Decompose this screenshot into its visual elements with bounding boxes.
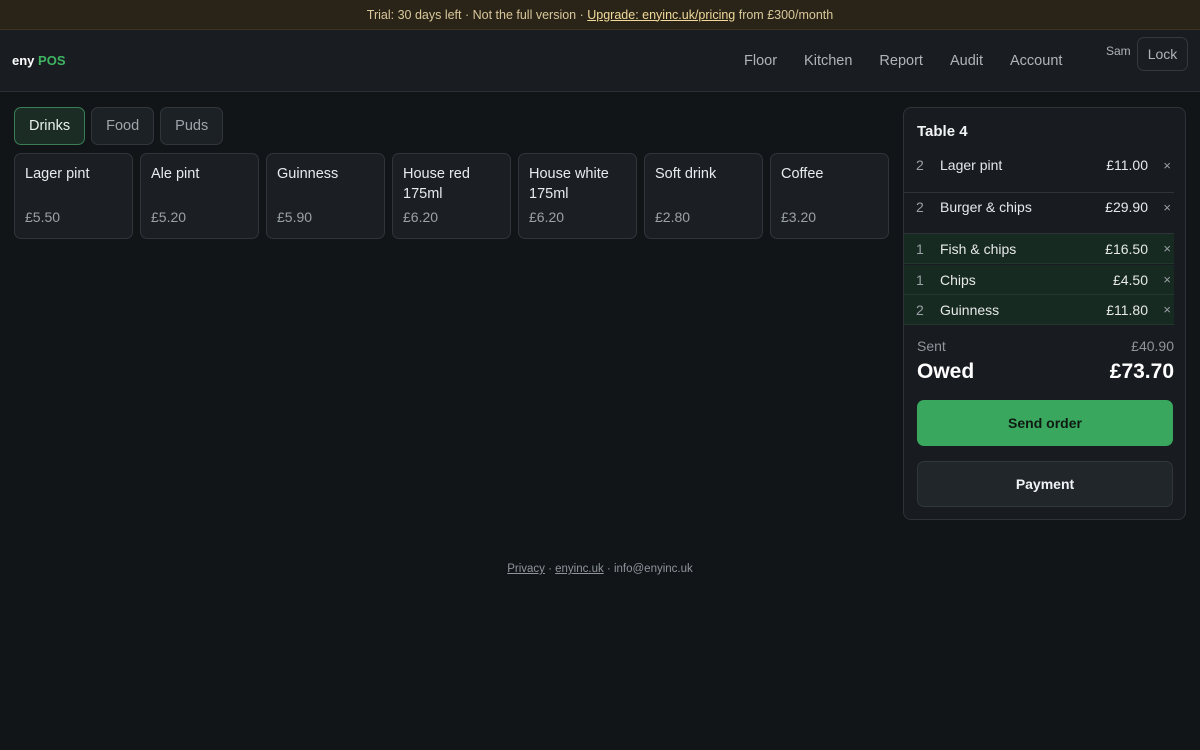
nav-kitchen[interactable]: Kitchen — [804, 53, 852, 69]
order-line-sent: 1 Fish & chips £16.50 × — [904, 234, 1174, 264]
product-price: £5.20 — [151, 209, 187, 225]
remove-icon[interactable]: × — [1163, 158, 1171, 173]
order-table-title: Table 4 — [917, 123, 968, 140]
line-name: Fish & chips — [940, 240, 1017, 257]
product-price: £5.50 — [25, 209, 61, 225]
product-tile[interactable]: Ale pint £5.20 — [140, 153, 259, 239]
sent-label: Sent — [917, 338, 946, 354]
contact-email: info@enyinc.uk — [613, 563, 693, 575]
product-price: £2.80 — [655, 209, 691, 225]
product-tile[interactable]: Coffee £3.20 — [770, 153, 889, 239]
remove-icon[interactable]: × — [1163, 241, 1171, 256]
nav-floor[interactable]: Floor — [744, 53, 777, 69]
tab-drinks[interactable]: Drinks — [14, 107, 86, 145]
footer-separator: · — [603, 563, 614, 575]
line-qty: 1 — [916, 240, 924, 257]
footer: Privacy · enyinc.uk · info@enyinc.uk — [0, 563, 1200, 575]
product-name: House red 175ml — [403, 166, 470, 202]
nav-audit[interactable]: Audit — [950, 53, 983, 69]
order-panel: Table 4 2 Lager pint £11.00 × 2 Burger &… — [903, 107, 1186, 520]
banner-separator: · — [576, 7, 588, 22]
owed-label: Owed — [917, 360, 975, 383]
owed-total: £73.70 — [1109, 360, 1174, 383]
site-link[interactable]: enyinc.uk — [555, 563, 604, 575]
product-price: £6.20 — [529, 209, 565, 225]
line-name: Burger & chips — [940, 199, 1032, 215]
send-order-button[interactable]: Send order — [917, 400, 1173, 446]
line-name: Chips — [940, 271, 976, 288]
remove-icon[interactable]: × — [1163, 272, 1171, 287]
product-name: Coffee — [781, 166, 824, 182]
product-price: £6.20 — [403, 209, 439, 225]
brand-logo: eny POS — [12, 53, 66, 68]
order-line: 2 Lager pint £11.00 × — [904, 150, 1174, 180]
privacy-link[interactable]: Privacy — [507, 563, 545, 575]
lock-button[interactable]: Lock — [1137, 37, 1188, 71]
sent-total-row: Sent £40.90 — [917, 338, 1174, 354]
product-name: Ale pint — [151, 166, 200, 182]
product-name: Lager pint — [25, 166, 90, 182]
product-tile[interactable]: House white 175ml £6.20 — [518, 153, 637, 239]
line-qty: 2 — [916, 301, 924, 318]
order-line: 2 Burger & chips £29.90 × — [904, 192, 1174, 222]
line-qty: 2 — [916, 199, 924, 215]
brand-part-eny: eny — [12, 53, 35, 68]
trial-banner: Trial: 30 days left · Not the full versi… — [0, 0, 1200, 30]
product-name: Guinness — [277, 166, 339, 182]
upgrade-link[interactable]: Upgrade: enyinc.uk/pricing — [587, 8, 735, 22]
product-price: £3.20 — [781, 209, 817, 225]
pricing-text: from £300/month — [735, 7, 834, 22]
owed-total-row: Owed £73.70 — [917, 360, 1174, 384]
main-nav: Floor Kitchen Report Audit Account — [744, 30, 1089, 92]
trial-text: Trial: 30 days left — [366, 7, 462, 22]
product-grid: Lager pint £5.50 Ale pint £5.20 Guinness… — [14, 153, 889, 239]
order-line-sent: 2 Guinness £11.80 × — [904, 295, 1174, 325]
order-line-sent: 1 Chips £4.50 × — [904, 265, 1174, 295]
not-full-version-text: Not the full version — [472, 7, 577, 22]
line-amount: £4.50 — [1112, 271, 1148, 288]
top-bar: eny POS Floor Kitchen Report Audit Accou… — [0, 30, 1200, 92]
remove-icon[interactable]: × — [1163, 200, 1171, 215]
product-tile[interactable]: Lager pint £5.50 — [14, 153, 133, 239]
remove-icon[interactable]: × — [1163, 302, 1171, 317]
current-user: Sam — [1106, 44, 1131, 58]
brand-part-pos: POS — [38, 53, 66, 68]
tab-food[interactable]: Food — [91, 107, 155, 145]
tab-puds[interactable]: Puds — [160, 107, 224, 145]
line-amount: £11.00 — [1106, 157, 1148, 173]
product-name: House white 175ml — [529, 166, 609, 202]
product-tile[interactable]: House red 175ml £6.20 — [392, 153, 511, 239]
line-amount: £29.90 — [1105, 199, 1148, 215]
nav-account[interactable]: Account — [1010, 53, 1062, 69]
line-name: Lager pint — [940, 157, 1003, 173]
banner-separator: · — [461, 7, 473, 22]
product-tile[interactable]: Soft drink £2.80 — [644, 153, 763, 239]
line-amount: £11.80 — [1106, 301, 1148, 318]
payment-button[interactable]: Payment — [917, 461, 1173, 507]
product-tile[interactable]: Guinness £5.90 — [266, 153, 385, 239]
nav-report[interactable]: Report — [879, 53, 923, 69]
category-tabs: Drinks Food Puds — [14, 107, 224, 145]
line-qty: 1 — [916, 271, 924, 288]
line-name: Guinness — [940, 301, 1000, 318]
product-price: £5.90 — [277, 209, 313, 225]
line-amount: £16.50 — [1105, 240, 1148, 257]
sent-total: £40.90 — [1131, 338, 1174, 354]
line-qty: 2 — [916, 157, 924, 173]
footer-separator: · — [544, 563, 556, 575]
product-name: Soft drink — [655, 166, 717, 182]
